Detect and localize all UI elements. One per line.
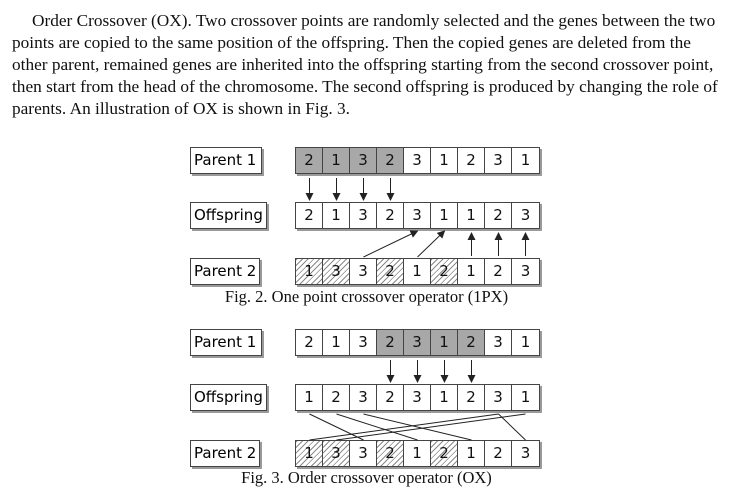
crossover-arrows: [305, 178, 530, 441]
gene-order-line: [498, 413, 526, 441]
gene-order-line: [363, 413, 472, 441]
gene-order-line: [336, 413, 526, 441]
gene-transfer-arrow: [417, 230, 446, 258]
gene-transfer-arrow: [363, 230, 419, 258]
